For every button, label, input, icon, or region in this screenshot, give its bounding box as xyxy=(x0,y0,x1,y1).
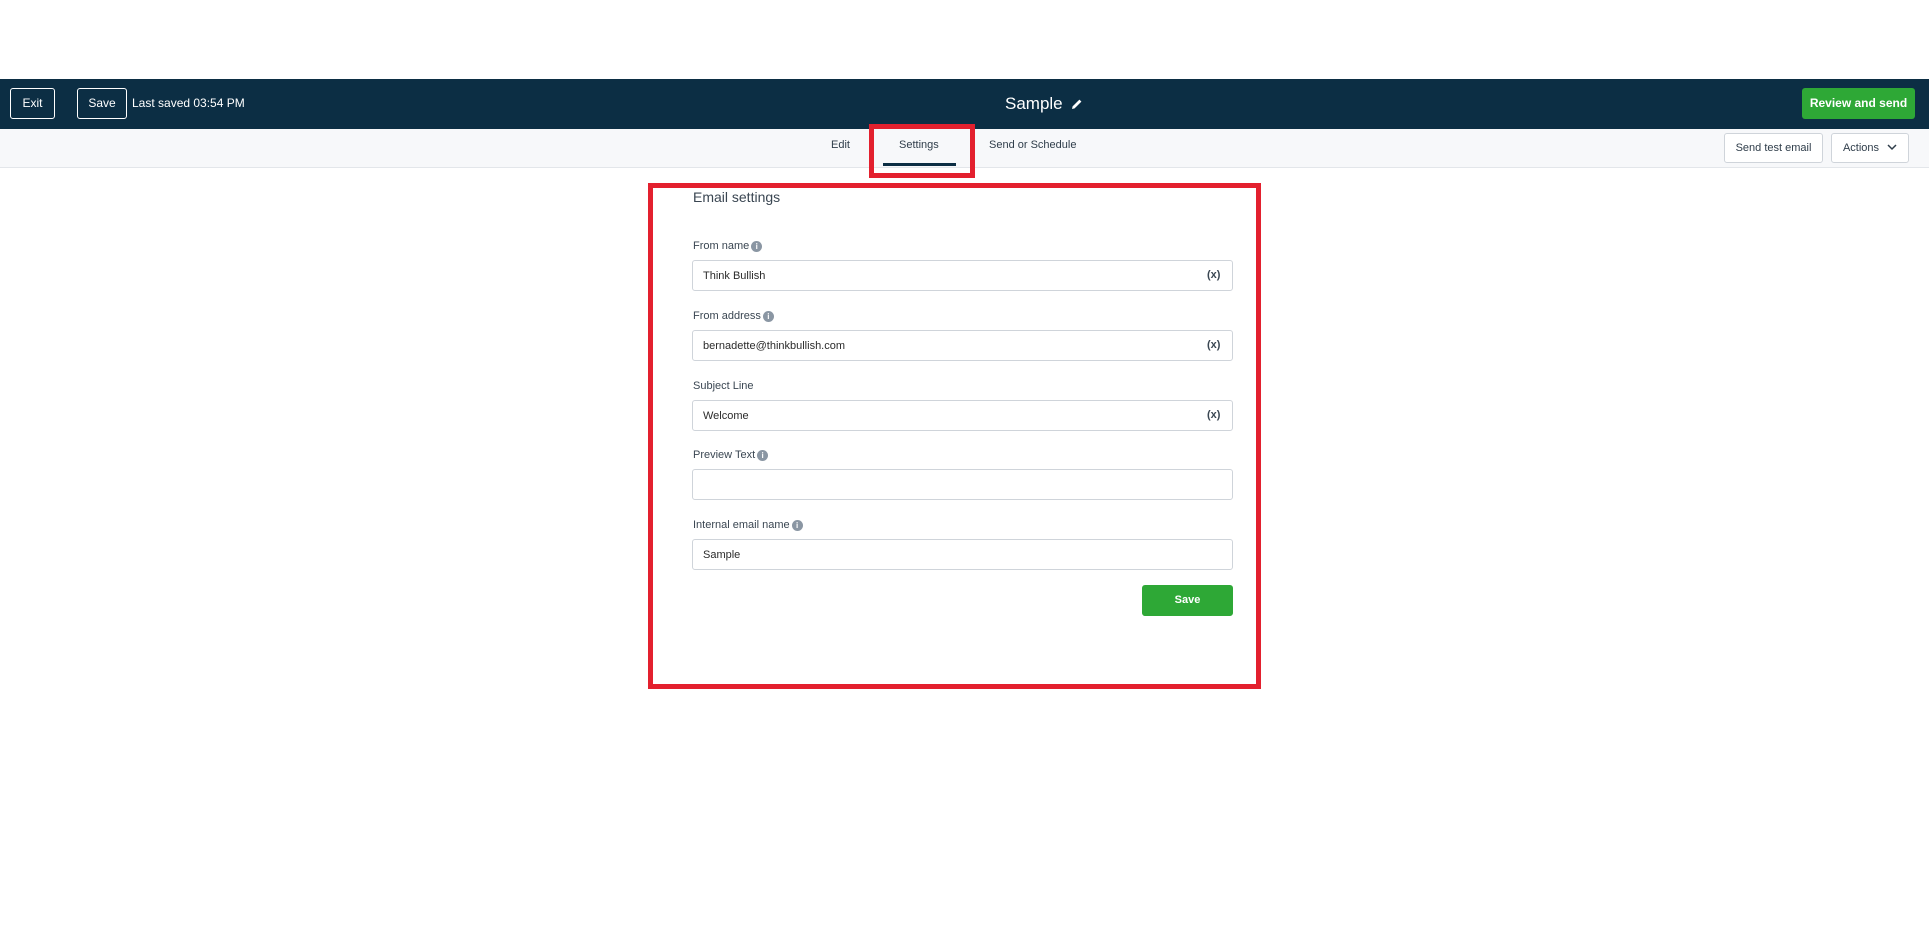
preview-text-label: Preview Text i xyxy=(693,449,769,462)
panel-title: Email settings xyxy=(693,189,781,205)
insert-variable-icon[interactable]: (x) xyxy=(1207,338,1220,352)
info-icon[interactable]: i xyxy=(791,520,803,531)
actions-label: Actions xyxy=(1842,142,1880,154)
top-bar xyxy=(0,79,1929,129)
email-editor-page: Exit Save Last saved 03:54 PM Sample Rev… xyxy=(0,0,1929,926)
exit-button[interactable]: Exit xyxy=(10,88,55,119)
review-and-send-button[interactable]: Review and send xyxy=(1802,88,1915,119)
info-icon[interactable]: i xyxy=(751,241,763,252)
tab-edit[interactable]: Edit xyxy=(831,138,850,152)
chevron-down-icon xyxy=(1887,134,1897,162)
from-address-input[interactable] xyxy=(692,330,1233,361)
email-title[interactable]: Sample xyxy=(1005,93,1083,115)
insert-variable-icon[interactable]: (x) xyxy=(1207,268,1220,282)
info-icon[interactable]: i xyxy=(757,450,769,461)
subject-line-input[interactable] xyxy=(692,400,1233,431)
subject-line-label: Subject Line xyxy=(693,380,754,393)
send-test-email-button[interactable]: Send test email xyxy=(1724,133,1823,163)
from-name-label: From name i xyxy=(693,240,763,253)
from-address-label-text: From address xyxy=(693,310,761,322)
email-title-text: Sample xyxy=(1005,94,1063,113)
tab-send-or-schedule[interactable]: Send or Schedule xyxy=(989,138,1076,152)
from-name-input[interactable] xyxy=(692,260,1233,291)
pencil-icon[interactable] xyxy=(1071,98,1083,110)
save-draft-button[interactable]: Save xyxy=(77,88,127,119)
internal-email-name-label-text: Internal email name xyxy=(693,519,790,531)
internal-email-name-input[interactable] xyxy=(692,539,1233,570)
from-name-label-text: From name xyxy=(693,240,750,252)
preview-text-label-text: Preview Text xyxy=(693,449,756,461)
info-icon[interactable]: i xyxy=(762,311,774,322)
actions-dropdown[interactable]: Actions xyxy=(1831,133,1909,163)
settings-tab-highlight xyxy=(869,124,975,178)
from-address-label: From address i xyxy=(693,310,774,323)
internal-email-name-label: Internal email name i xyxy=(693,519,803,532)
save-settings-button[interactable]: Save xyxy=(1142,585,1233,616)
subject-line-label-text: Subject Line xyxy=(693,380,754,392)
last-saved-status: Last saved 03:54 PM xyxy=(132,96,245,110)
insert-variable-icon[interactable]: (x) xyxy=(1207,408,1220,422)
preview-text-input[interactable] xyxy=(692,469,1233,500)
